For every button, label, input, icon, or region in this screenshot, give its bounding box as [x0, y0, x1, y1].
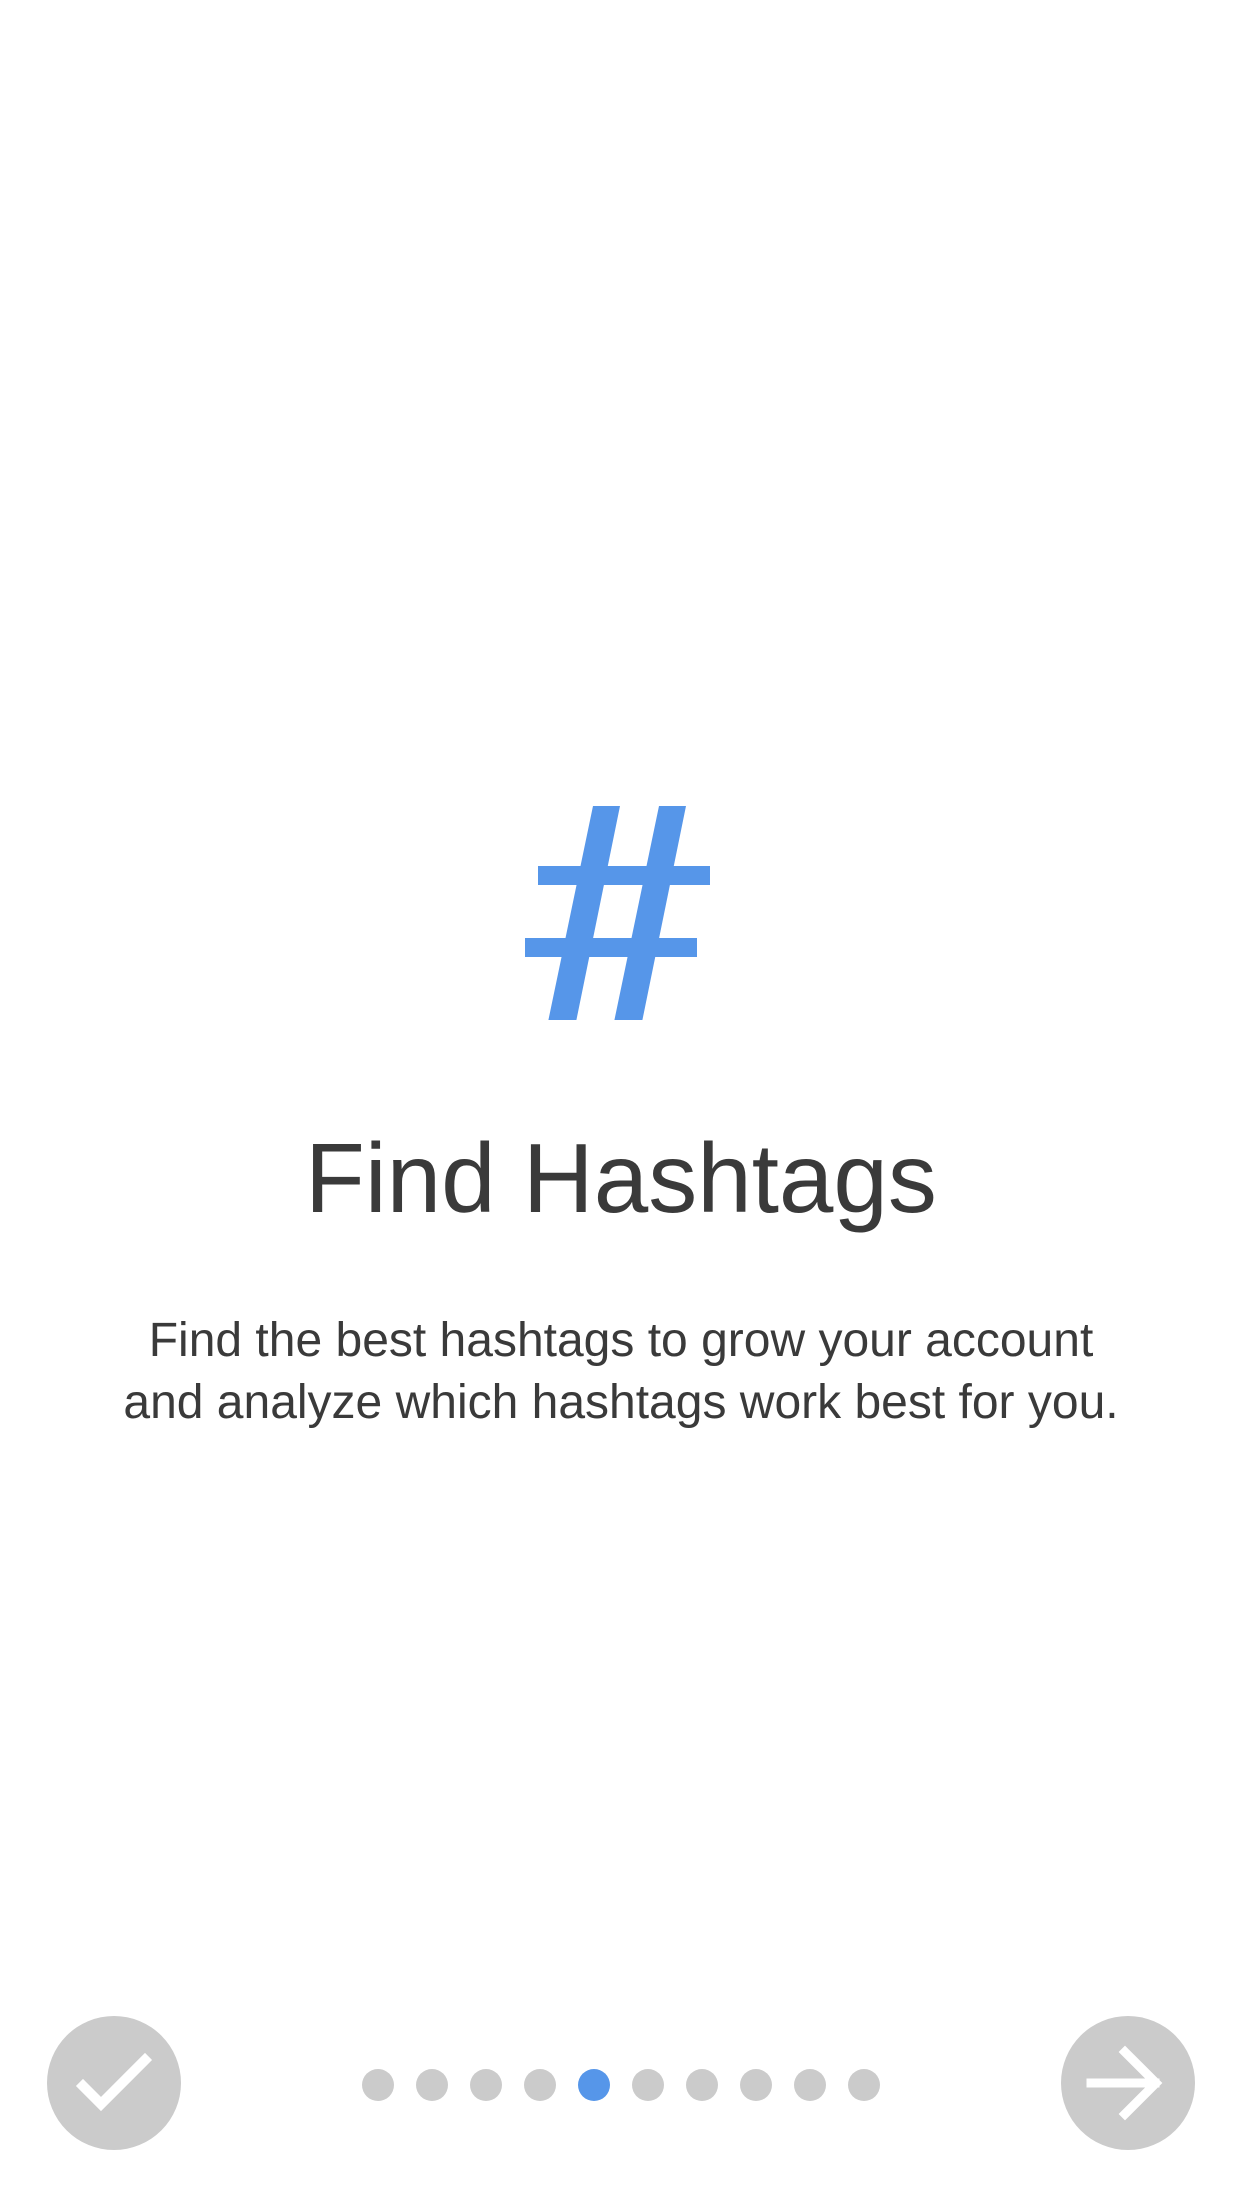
page-dot-9[interactable]: [794, 2069, 826, 2101]
onboarding-page: Find Hashtags Find the best hashtags to …: [0, 0, 1242, 2208]
page-title: Find Hashtags: [305, 1123, 937, 1233]
page-dot-3[interactable]: [470, 2069, 502, 2101]
next-button[interactable]: [1061, 2016, 1195, 2150]
done-button[interactable]: [47, 2016, 181, 2150]
description-line: Find the best hashtags to grow your acco…: [148, 1314, 1094, 1367]
checkmark-icon: [75, 2052, 153, 2112]
page-dot-8[interactable]: [740, 2069, 772, 2101]
description-line: and analyze which hashtags work best for…: [123, 1376, 1119, 1429]
page-dot-7[interactable]: [686, 2069, 718, 2101]
page-dot-5[interactable]: [578, 2069, 610, 2101]
page-dot-2[interactable]: [416, 2069, 448, 2101]
page-dot-4[interactable]: [524, 2069, 556, 2101]
onboarding-controls: [0, 2010, 1242, 2160]
page-dot-6[interactable]: [632, 2069, 664, 2101]
page-dot-10[interactable]: [848, 2069, 880, 2101]
page-dot-1[interactable]: [362, 2069, 394, 2101]
hashtag-icon: [521, 800, 721, 1022]
page-indicator: [362, 2069, 880, 2101]
page-description: Find the best hashtags to grow your acco…: [60, 1310, 1182, 1434]
arrow-right-icon: [1086, 2045, 1163, 2121]
